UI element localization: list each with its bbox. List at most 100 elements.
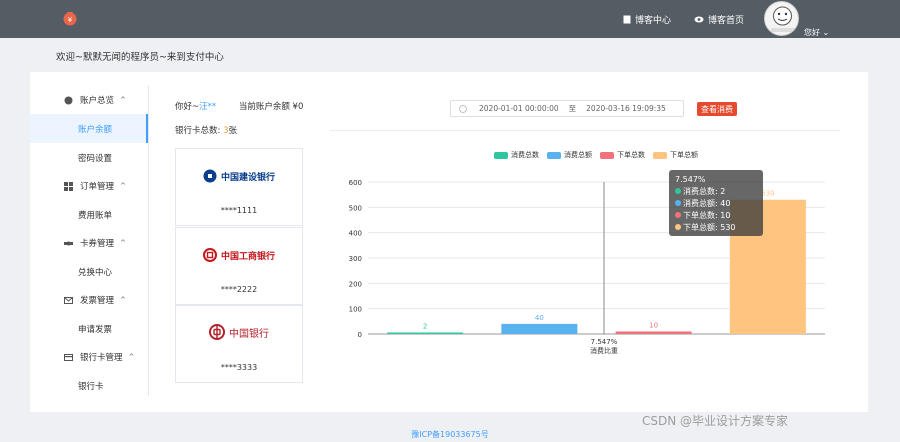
tooltip-row: 消费总额: 40 <box>675 198 757 210</box>
top-navbar: ¥ 博客中心 博客首页 您好 ⌄ <box>0 0 900 38</box>
boc-logo: 中国银行 <box>176 324 302 340</box>
watermark: CSDN @毕业设计方案专家 <box>642 414 789 428</box>
tooltip-row: 下单总数: 10 <box>675 210 757 222</box>
tooltip-row: 下单总额: 530 <box>675 222 757 234</box>
blog-home-label: 博客首页 <box>708 16 745 26</box>
chevron-down-icon: ⌄ <box>822 28 830 37</box>
menu-group-coupons[interactable]: 卡券管理 ^ <box>30 229 148 257</box>
icbc-emblem-icon <box>202 248 217 262</box>
ticket-icon <box>64 241 73 245</box>
menu-group-account[interactable]: 账户总览 ^ <box>30 86 148 114</box>
sidebar-item-bills[interactable]: 费用账单 <box>30 200 148 229</box>
eye-icon <box>694 16 704 23</box>
mail-icon <box>64 296 73 304</box>
bank-name: 中国银行 <box>229 328 269 340</box>
chevron-up-icon: ^ <box>120 96 126 104</box>
sidebar-item-balance[interactable]: 账户余额 <box>30 114 148 143</box>
legend-item[interactable]: 消费总额 <box>547 150 592 160</box>
series-dot-icon <box>675 212 681 218</box>
legend-label: 消费总额 <box>564 151 592 159</box>
ccb-logo: 中国建设银行 <box>176 169 302 183</box>
menu-group-invoices[interactable]: 发票管理 ^ <box>30 286 148 314</box>
tooltip-label: 消费总额: <box>683 199 721 208</box>
tooltip-label: 消费总数: <box>683 187 721 196</box>
end-date[interactable]: 2020-03-16 19:09:35 <box>586 104 666 113</box>
main-panel: 账户总览 ^ 账户余额 密码设置 订单管理 ^ 费用账单 卡券管理 ^ 兑换中心… <box>30 72 868 412</box>
legend-item[interactable]: 下单总数 <box>600 150 645 160</box>
card-number: ****1111 <box>220 206 258 215</box>
legend-item[interactable]: 消费总数 <box>494 150 539 160</box>
icp-footer-link[interactable]: 豫ICP备19033675号 <box>0 429 900 440</box>
bank-name: 中国建设银行 <box>220 172 275 183</box>
chevron-up-icon: ^ <box>120 296 126 304</box>
tooltip-value: 40 <box>720 199 731 208</box>
document-icon <box>623 15 631 24</box>
menu-group-label: 卡券管理 <box>80 239 115 249</box>
sidebar: 账户总览 ^ 账户余额 密码设置 订单管理 ^ 费用账单 卡券管理 ^ 兑换中心… <box>30 86 148 400</box>
legend-swatch <box>600 151 614 159</box>
user-menu[interactable]: 您好 ⌄ <box>804 27 829 38</box>
grid-icon <box>64 181 73 191</box>
tooltip-row: 消费总数: 2 <box>675 186 757 198</box>
balance-value: 0 <box>297 102 304 112</box>
icbc-logo: 中国工商银行 <box>176 248 302 262</box>
bank-card-ccb[interactable]: 中国建设银行 ****1111 <box>175 148 303 226</box>
card-number: ****3333 <box>220 363 258 372</box>
sidebar-item-redeem[interactable]: 兑换中心 <box>30 257 148 286</box>
sidebar-item-bank-cards[interactable]: 银行卡 <box>30 371 148 400</box>
blog-home-link[interactable]: 博客首页 <box>694 13 744 26</box>
toolbar-divider <box>330 130 840 131</box>
menu-group-label: 银行卡管理 <box>80 353 123 363</box>
legend-item[interactable]: 下单总额 <box>653 150 698 160</box>
clock-icon <box>459 104 467 113</box>
date-range-picker[interactable]: 2020-01-01 00:00:00 至 2020-03-16 19:09:3… <box>450 100 684 117</box>
menu-group-label: 订单管理 <box>80 182 115 192</box>
query-consumption-button[interactable]: 查看消费 <box>697 102 737 116</box>
series-dot-icon <box>675 188 681 194</box>
chart-legend: 消费总数 消费总额 下单总数 下单总额 <box>494 150 698 160</box>
blog-center-link[interactable]: 博客中心 <box>623 13 671 26</box>
account-greeting: 你好~汪** 当前账户余额 ¥0 <box>175 100 303 112</box>
tooltip-value: 10 <box>720 211 731 220</box>
account-name: 汪** <box>199 102 217 112</box>
start-date[interactable]: 2020-01-01 00:00:00 <box>479 104 559 113</box>
legend-swatch <box>653 151 667 159</box>
sidebar-divider <box>148 86 149 396</box>
legend-swatch <box>494 151 508 159</box>
bank-card-boc[interactable]: 中国银行 ****3333 <box>175 305 303 383</box>
avatar-face-icon <box>771 6 794 32</box>
chevron-up-icon: ^ <box>120 182 126 190</box>
greet-prefix: 你好~ <box>175 102 200 112</box>
sidebar-item-password[interactable]: 密码设置 <box>30 143 148 172</box>
card-count: 银行卡总数: 3张 <box>175 124 237 136</box>
user-icon <box>64 96 73 104</box>
series-dot-icon <box>675 224 681 230</box>
user-greeting: 您好 <box>804 28 820 37</box>
tooltip-label: 下单总数: <box>683 211 721 220</box>
tooltip-label: 下单总额: <box>683 223 721 232</box>
sidebar-item-apply-invoice[interactable]: 申请发票 <box>30 314 148 343</box>
chart-tooltip: 7.547% 消费总数: 2 消费总额: 40 下单总数: 10 下单总额: 5… <box>669 170 763 236</box>
boc-emblem-icon <box>209 324 225 340</box>
ccb-emblem-icon <box>203 169 217 183</box>
tooltip-title: 7.547% <box>675 175 706 184</box>
card-count-unit: 张 <box>228 126 238 136</box>
legend-swatch <box>547 151 561 159</box>
card-icon <box>64 353 73 361</box>
legend-label: 下单总额 <box>670 151 698 159</box>
app-logo-icon[interactable]: ¥ <box>62 10 78 26</box>
menu-group-orders[interactable]: 订单管理 ^ <box>30 172 148 200</box>
legend-label: 消费总数 <box>511 151 539 159</box>
bank-card-icbc[interactable]: 中国工商银行 ****2222 <box>175 227 303 305</box>
chevron-up-icon: ^ <box>120 239 126 247</box>
welcome-text: 欢迎~默默无闻的程序员~来到支付中心 <box>56 52 224 63</box>
menu-group-cards[interactable]: 银行卡管理 ^ <box>30 343 148 371</box>
menu-group-label: 发票管理 <box>80 296 115 306</box>
balance-label: 当前账户余额 ¥ <box>238 102 298 112</box>
date-separator: 至 <box>568 104 577 113</box>
bank-name: 中国工商银行 <box>220 251 275 262</box>
avatar[interactable] <box>764 1 799 36</box>
card-count-label: 银行卡总数: <box>175 126 224 136</box>
card-number: ****2222 <box>220 285 258 294</box>
chevron-up-icon: ^ <box>128 353 135 361</box>
